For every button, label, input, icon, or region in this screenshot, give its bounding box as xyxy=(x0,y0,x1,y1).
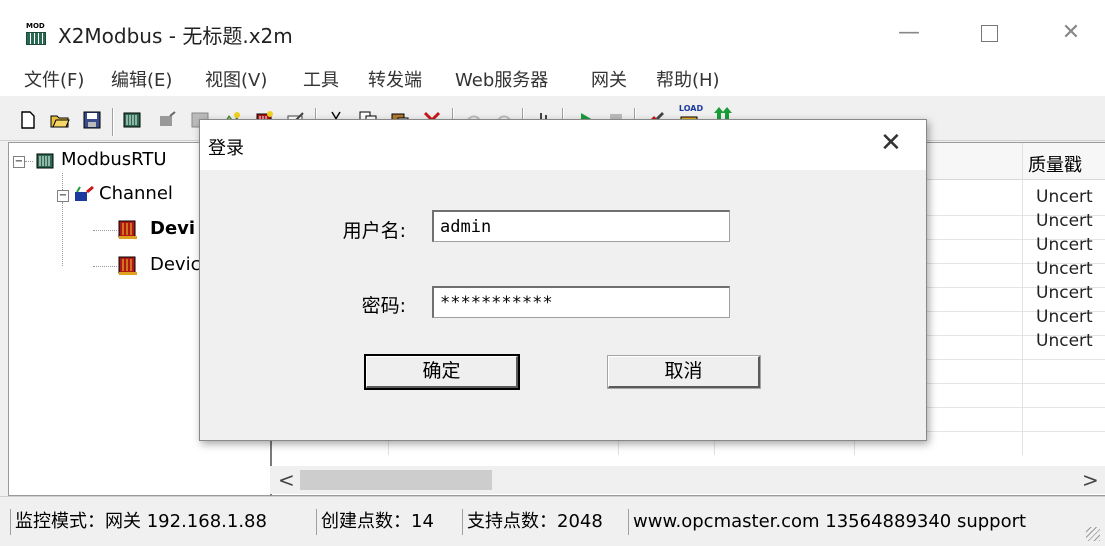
tree-collapse-channel[interactable]: − xyxy=(57,190,69,202)
device-red-icon xyxy=(118,256,137,275)
device-icon[interactable] xyxy=(122,110,142,130)
save-icon[interactable] xyxy=(82,110,102,130)
password-label: 密码: xyxy=(361,295,406,317)
scroll-left-icon[interactable]: < xyxy=(278,468,295,492)
device-red-icon xyxy=(118,220,137,239)
load-icon-text: LOAD xyxy=(678,104,704,113)
tree-item-device[interactable]: Devic xyxy=(150,254,200,275)
maximize-button[interactable] xyxy=(966,14,1012,52)
table-cell-quality: Uncert xyxy=(1036,211,1093,231)
table-cell-quality: Uncert xyxy=(1036,235,1093,255)
table-cell-quality: Uncert xyxy=(1036,187,1093,207)
close-window-button[interactable]: ✕ xyxy=(1048,14,1094,52)
password-input[interactable]: *********** xyxy=(432,286,730,318)
username-label: 用户名: xyxy=(342,220,406,242)
horizontal-scrollbar[interactable]: < > xyxy=(270,466,1105,494)
ok-button[interactable]: 确定 xyxy=(364,354,520,390)
dialog-titlebar: 登录 ✕ xyxy=(200,120,926,170)
app-icon-text: MOD xyxy=(26,22,45,30)
cancel-button[interactable]: 取消 xyxy=(607,355,761,389)
tree-item-channel[interactable]: Channel xyxy=(99,183,173,204)
table-cell-quality: Uncert xyxy=(1036,331,1093,351)
login-dialog: 登录 ✕ 用户名: admin 密码: *********** 确定 取消 xyxy=(199,119,927,441)
status-created-points: 创建点数：14 xyxy=(316,509,461,535)
menu-web-server[interactable]: Web服务器 xyxy=(455,66,548,92)
minimize-button[interactable]: — xyxy=(886,14,932,52)
toolbar-separator xyxy=(112,108,114,136)
new-file-icon[interactable] xyxy=(18,110,38,130)
minimize-icon: — xyxy=(898,20,920,45)
status-contact: www.opcmaster.com 13564889340 support xyxy=(628,509,1085,535)
window-title: X2Modbus - 无标题.x2m xyxy=(58,24,293,48)
column-header-quality[interactable]: 质量戳 xyxy=(1028,151,1082,177)
resize-grip-icon[interactable] xyxy=(1086,527,1100,541)
close-icon: ✕ xyxy=(1061,20,1081,45)
tree-collapse-root[interactable]: − xyxy=(13,156,25,168)
dialog-title: 登录 xyxy=(208,138,244,159)
table-cell-quality: Uncert xyxy=(1036,307,1093,327)
menu-help[interactable]: 帮助(H) xyxy=(656,66,720,92)
tree-item-root[interactable]: ModbusRTU xyxy=(61,149,167,170)
menu-tools[interactable]: 工具 xyxy=(303,66,339,92)
dialog-close-button[interactable]: ✕ xyxy=(880,128,902,158)
channel-icon xyxy=(75,185,94,201)
maximize-icon xyxy=(980,24,998,42)
scroll-thumb[interactable] xyxy=(300,470,492,490)
scroll-right-icon[interactable]: > xyxy=(1082,468,1099,492)
device-icon xyxy=(36,153,54,169)
menu-bar: 文件(F) 编辑(E) 视图(V) 工具 转发端 Web服务器 网关 帮助(H) xyxy=(0,58,1105,97)
status-bar: 监控模式：网关 192.168.1.88 创建点数：14 支持点数：2048 w… xyxy=(0,496,1105,546)
status-mode: 监控模式：网关 192.168.1.88 xyxy=(10,509,313,535)
username-input[interactable]: admin xyxy=(432,210,730,242)
channel-icon[interactable] xyxy=(158,110,178,130)
menu-forwarder[interactable]: 转发端 xyxy=(368,66,422,92)
tree-item-device-selected[interactable]: Devi xyxy=(150,218,195,239)
window-titlebar: MOD X2Modbus - 无标题.x2m — ✕ xyxy=(0,0,1105,58)
app-icon: MOD xyxy=(26,22,48,45)
menu-edit[interactable]: 编辑(E) xyxy=(111,66,172,92)
table-cell-quality: Uncert xyxy=(1036,259,1093,279)
menu-file[interactable]: 文件(F) xyxy=(24,66,84,92)
menu-gateway[interactable]: 网关 xyxy=(591,66,627,92)
open-folder-icon[interactable] xyxy=(50,110,70,130)
menu-view[interactable]: 视图(V) xyxy=(205,66,267,92)
table-cell-quality: Uncert xyxy=(1036,283,1093,303)
status-supported-points: 支持点数：2048 xyxy=(462,509,627,535)
